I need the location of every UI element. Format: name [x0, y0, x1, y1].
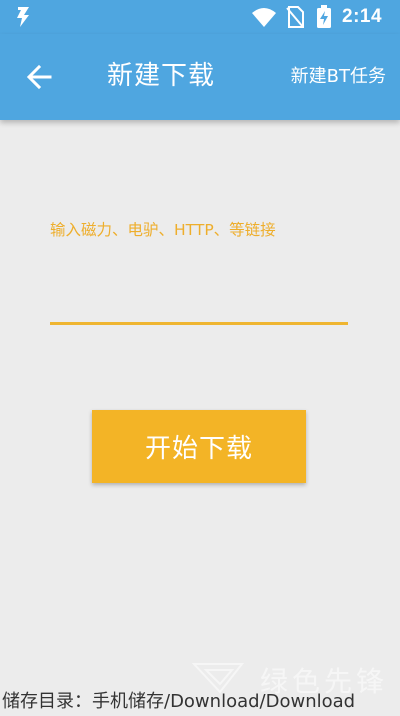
wifi-icon — [252, 8, 276, 27]
no-sim-icon — [286, 6, 304, 28]
link-input-underline — [50, 322, 348, 325]
new-bt-task-button[interactable]: 新建BT任务 — [291, 62, 386, 92]
status-time: 2:14 — [342, 6, 383, 27]
link-input-field[interactable]: 输入磁力、电驴、HTTP、等链接 — [50, 210, 348, 326]
link-input-hint: 输入磁力、电驴、HTTP、等链接 — [50, 221, 276, 239]
link-input[interactable] — [50, 250, 348, 322]
arrow-left-icon[interactable] — [22, 60, 56, 94]
start-download-button[interactable]: 开始下载 — [92, 410, 306, 483]
page-title: 新建下载 — [107, 61, 216, 91]
toolbar: 新建下载 新建BT任务 — [0, 34, 400, 120]
storage-path: 储存目录：手机储存/Download/Download — [2, 691, 356, 712]
status-bar: 2:14 — [0, 0, 400, 34]
battery-charging-icon — [317, 5, 331, 28]
app-bolt-icon — [17, 7, 29, 27]
